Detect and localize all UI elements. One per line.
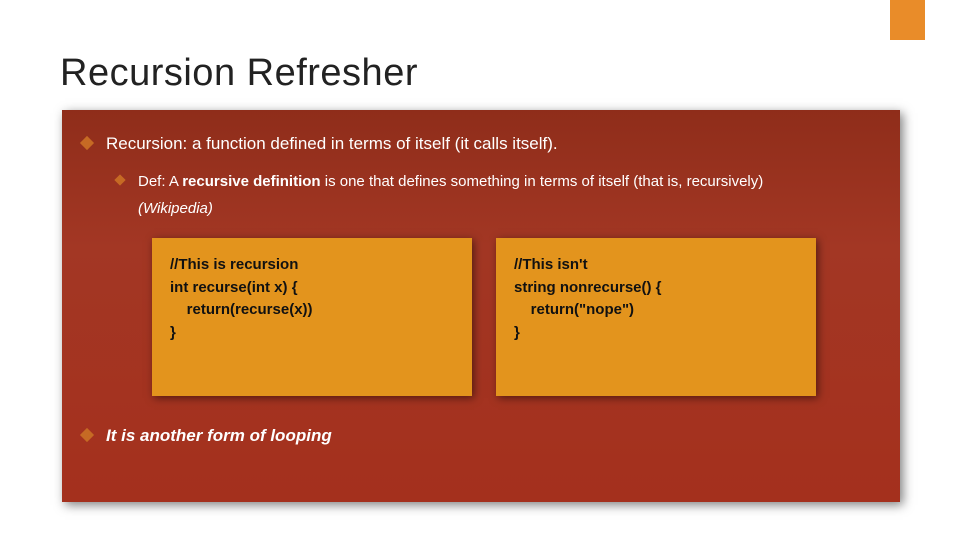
bullet-item-nested: Def: A recursive definition is one that … — [116, 171, 880, 221]
bullet-item: It is another form of looping — [82, 424, 880, 449]
def-prefix: Def: A — [138, 173, 182, 190]
accent-bar — [890, 0, 925, 40]
code-block-recursion: //This is recursion int recurse(int x) {… — [152, 238, 472, 396]
slide: Recursion Refresher Recursion: a functio… — [0, 0, 960, 540]
bullet-text: It is another form of looping — [106, 424, 332, 449]
bullet-text: Recursion: a function defined in terms o… — [106, 132, 558, 157]
def-suffix: is one that defines something in terms o… — [321, 173, 764, 190]
def-bold-term: recursive definition — [182, 173, 320, 190]
bullet-text: Def: A recursive definition is one that … — [138, 171, 763, 221]
diamond-bullet-icon — [80, 136, 94, 150]
code-row: //This is recursion int recurse(int x) {… — [152, 238, 880, 396]
slide-title: Recursion Refresher — [60, 52, 418, 95]
def-source: (Wikipedia) — [138, 198, 763, 220]
diamond-bullet-icon — [80, 428, 94, 442]
code-block-nonrecursion: //This isn't string nonrecurse() { retur… — [496, 238, 816, 396]
diamond-bullet-icon — [114, 174, 125, 185]
content-panel: Recursion: a function defined in terms o… — [62, 110, 900, 502]
bullet-item: Recursion: a function defined in terms o… — [82, 132, 880, 157]
